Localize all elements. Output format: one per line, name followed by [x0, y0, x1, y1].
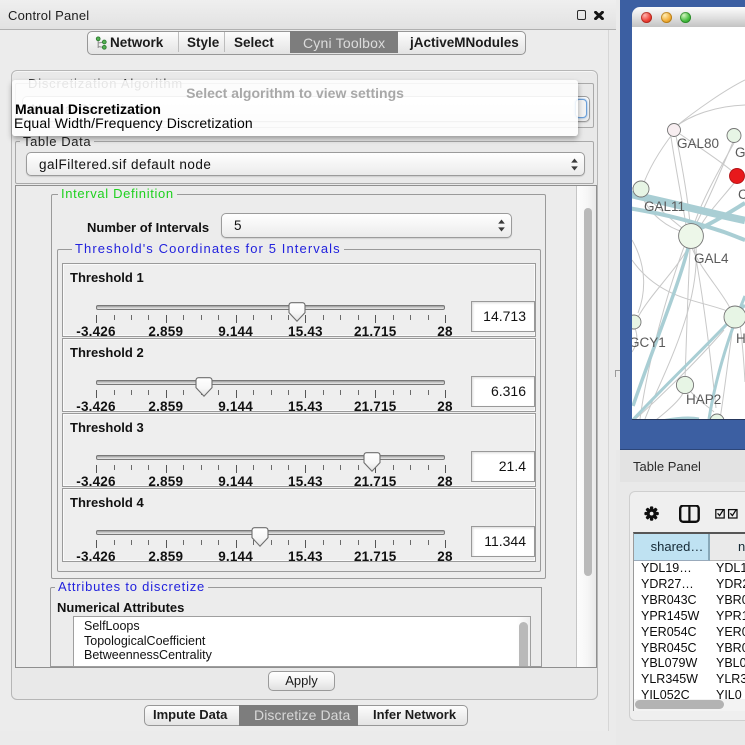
svg-text:H: H	[736, 331, 745, 346]
svg-text:C: C	[738, 187, 745, 202]
svg-text:GAL80: GAL80	[677, 136, 719, 151]
svg-text:HAP2: HAP2	[686, 392, 721, 407]
svg-text:GAL11: GAL11	[644, 199, 685, 214]
svg-text:GCY1: GCY1	[632, 335, 666, 350]
svg-text:G.: G.	[735, 145, 745, 160]
svg-text:GAL4: GAL4	[694, 251, 729, 266]
